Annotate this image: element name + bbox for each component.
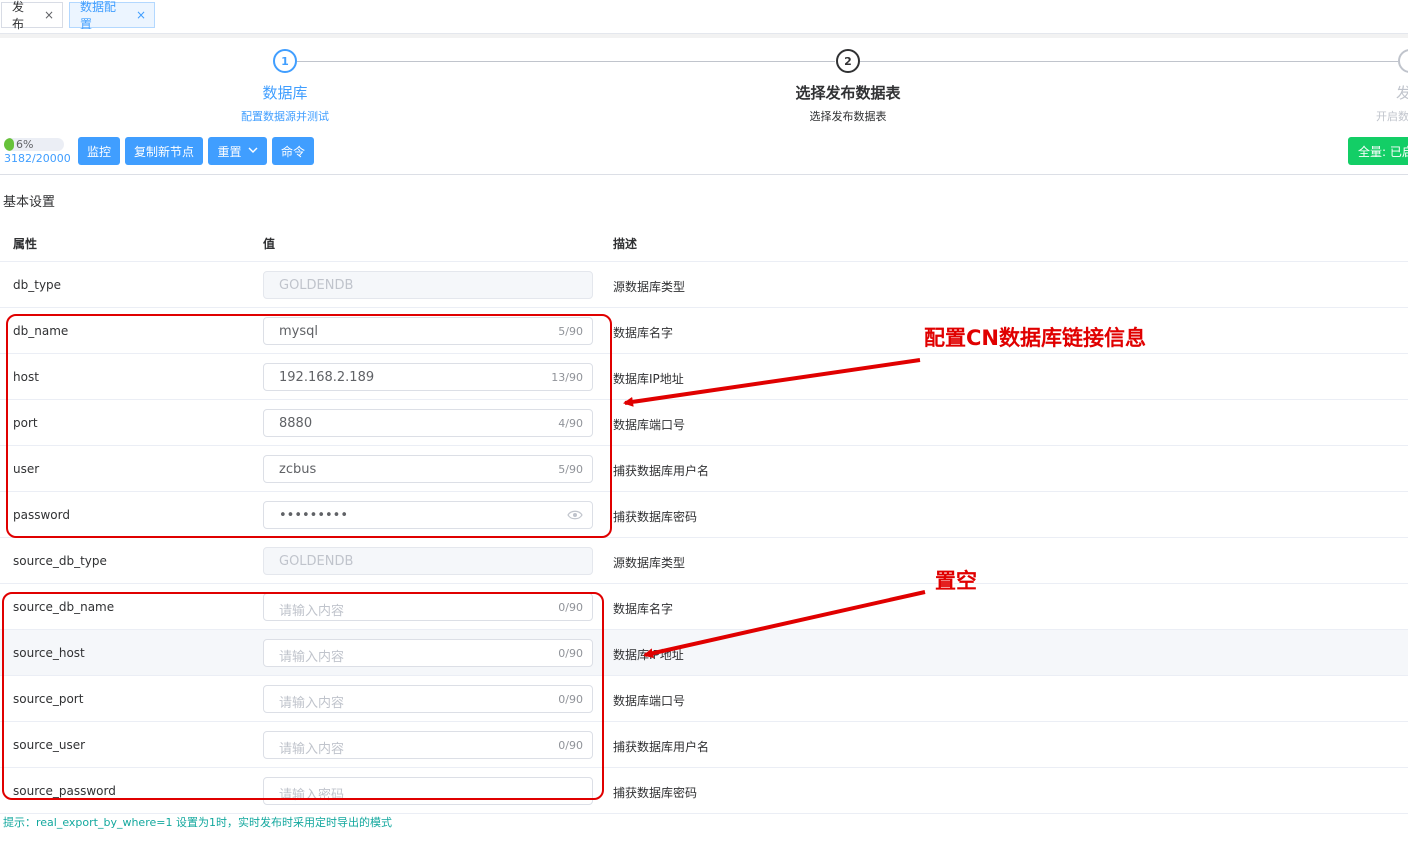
step-connector xyxy=(860,61,1398,62)
annotation-box-top xyxy=(6,314,612,538)
close-icon[interactable]: × xyxy=(44,8,54,22)
tab-data-config[interactable]: 数据配置 × xyxy=(69,0,155,31)
reset-dropdown-button[interactable]: 重置 xyxy=(208,137,267,165)
attr-desc: 捕获数据库用户名 xyxy=(613,464,710,478)
attr-desc: 捕获数据库密码 xyxy=(613,510,698,524)
progress-label: 6% xyxy=(16,138,34,151)
tab-label: 数据配置 xyxy=(80,0,117,31)
input-value: GOLDENDB xyxy=(279,554,354,569)
progress-bar xyxy=(4,138,64,151)
attr-desc: 数据库IP地址 xyxy=(613,648,684,662)
table-row: source_db_type GOLDENDB 源数据库类型 xyxy=(0,538,1408,584)
source-db-type-input: GOLDENDB xyxy=(263,547,593,575)
progress-fill xyxy=(4,138,14,151)
attr-desc: 源数据库类型 xyxy=(613,280,686,294)
attr-name: source_db_type xyxy=(13,554,107,568)
attr-desc: 数据库IP地址 xyxy=(613,372,684,386)
annotation-text-top: 配置CN数据库链接信息 xyxy=(924,326,1146,350)
attr-desc: 捕获数据库密码 xyxy=(613,786,698,800)
step-connector xyxy=(297,61,835,62)
step-3-icon xyxy=(1398,49,1408,73)
tab-bar: 发布 × 数据配置 × xyxy=(0,0,1408,34)
tip-text: 提示：real_export_by_where=1 设置为1时，实时发布时采用定… xyxy=(3,816,392,829)
section-title: 基本设置 xyxy=(3,195,56,210)
full-enabled-button[interactable]: 全量: 已启 xyxy=(1348,137,1408,165)
attr-desc: 数据库端口号 xyxy=(613,418,686,432)
table-header: 属性 值 描述 xyxy=(0,222,1408,262)
toolbar-divider xyxy=(0,174,1408,175)
tab-label: 发布 xyxy=(12,0,25,31)
chevron-down-icon xyxy=(248,146,258,156)
close-icon[interactable]: × xyxy=(136,8,146,22)
attr-name: db_type xyxy=(13,278,62,292)
header-desc: 描述 xyxy=(613,237,638,251)
progress-count: 3182/20000 xyxy=(4,152,71,165)
step-1-title: 数据库 xyxy=(262,84,308,102)
step-1-icon: 1 xyxy=(273,49,297,73)
header-value: 值 xyxy=(263,237,276,251)
step-1-desc: 配置数据源并测试 xyxy=(241,110,329,123)
input-value: GOLDENDB xyxy=(279,278,354,293)
attr-desc: 数据库端口号 xyxy=(613,694,686,708)
step-2-icon: 2 xyxy=(836,49,860,73)
table-row: db_type GOLDENDB 源数据库类型 xyxy=(0,262,1408,308)
attr-desc: 数据库名字 xyxy=(613,602,674,616)
copy-node-button[interactable]: 复制新节点 xyxy=(125,137,203,165)
command-button[interactable]: 命令 xyxy=(272,137,314,165)
header-attr: 属性 xyxy=(13,237,38,251)
step-2-title: 选择发布数据表 xyxy=(795,84,901,102)
annotation-text-bottom: 置空 xyxy=(935,569,977,593)
db-type-input: GOLDENDB xyxy=(263,271,593,299)
attr-desc: 源数据库类型 xyxy=(613,556,686,570)
attr-desc: 数据库名字 xyxy=(613,326,674,340)
attr-desc: 捕获数据库用户名 xyxy=(613,740,710,754)
tab-bar-shadow xyxy=(0,34,1408,38)
step-3-desc: 开启数 xyxy=(1376,110,1408,123)
monitor-button[interactable]: 监控 xyxy=(78,137,120,165)
step-2-desc: 选择发布数据表 xyxy=(809,110,887,123)
tab-publish[interactable]: 发布 × xyxy=(1,0,63,31)
step-3-title: 发 xyxy=(1396,84,1408,102)
annotation-box-bottom xyxy=(2,592,604,800)
